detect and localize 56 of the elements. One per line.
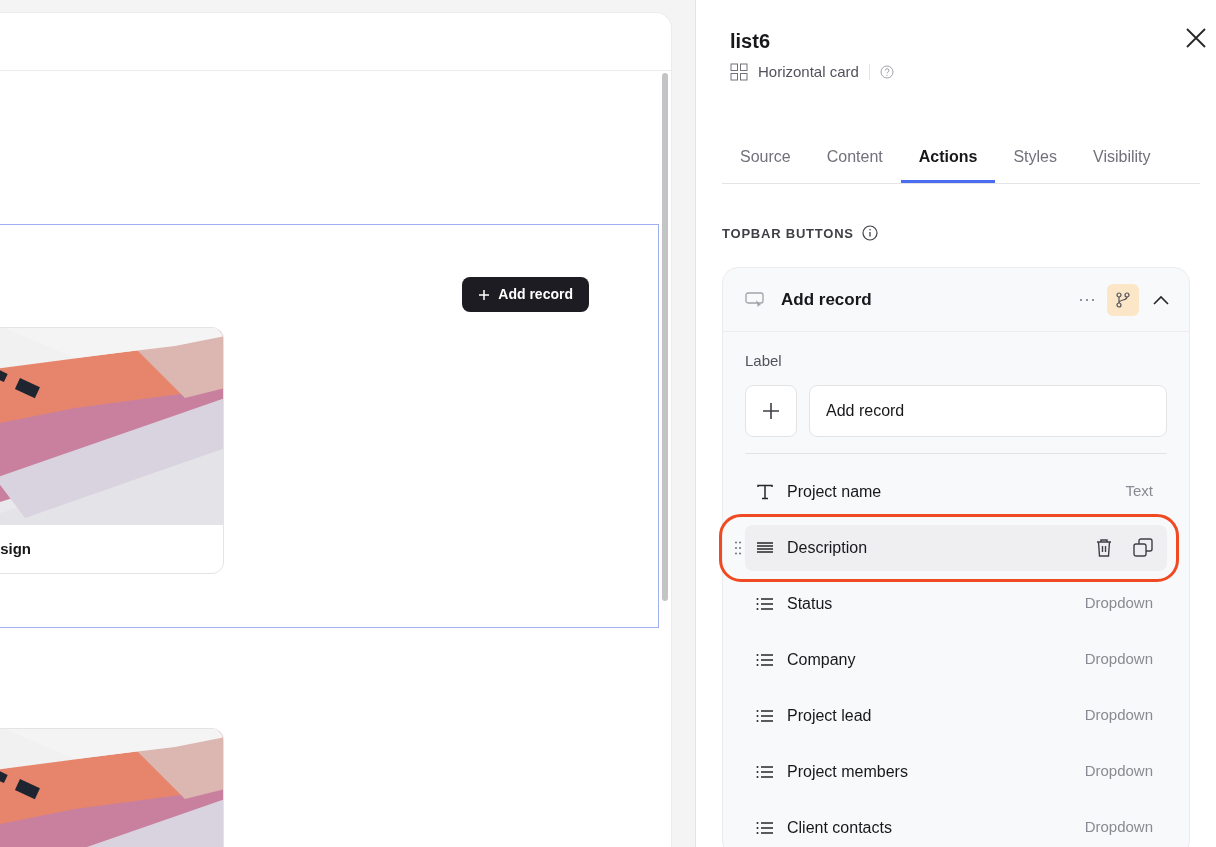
- plus-icon: [762, 401, 780, 420]
- label-caption: Label: [745, 351, 783, 371]
- card-title: sign: [0, 538, 31, 559]
- action-title: Add record: [781, 288, 873, 311]
- field-type: Dropdown: [1084, 761, 1153, 782]
- field-row[interactable]: Project name Text: [745, 468, 1167, 515]
- chevron-up-icon[interactable]: [1153, 294, 1169, 305]
- field-row[interactable]: Project lead Dropdown: [745, 692, 1167, 739]
- trash-icon[interactable]: [1095, 537, 1113, 558]
- field-name: Client contacts: [787, 817, 893, 838]
- field-name: Company: [787, 649, 857, 670]
- grid-icon: [730, 63, 748, 82]
- field-row[interactable]: Status Dropdown: [745, 580, 1167, 627]
- branch-icon: [1115, 291, 1131, 308]
- list-icon: [756, 764, 774, 779]
- tab[interactable]: Actions: [900, 134, 996, 183]
- section-title: TOPBAR BUTTONS: [722, 224, 854, 243]
- drag-handle-icon[interactable]: [735, 540, 741, 555]
- copy-icon[interactable]: [1133, 537, 1153, 558]
- field-type: Dropdown: [1084, 649, 1153, 670]
- scrollbar[interactable]: [662, 73, 668, 601]
- label-input[interactable]: Add record: [809, 384, 1167, 437]
- add-record-button[interactable]: Add record: [462, 277, 589, 312]
- field-name: Project name: [787, 481, 883, 502]
- add-icon-button[interactable]: [745, 384, 797, 437]
- field-type: Dropdown: [1084, 705, 1153, 726]
- plus-icon: [478, 288, 491, 301]
- field-name: Status: [787, 593, 834, 614]
- field-row[interactable]: Project members Dropdown: [745, 748, 1167, 795]
- field-row[interactable]: Company Dropdown: [745, 636, 1167, 683]
- tab[interactable]: Visibility: [1075, 134, 1169, 183]
- panel-title: list6: [730, 29, 771, 53]
- list-icon: [756, 820, 774, 835]
- field-name: Description: [787, 537, 869, 558]
- list-icon: [756, 652, 774, 667]
- more-icon[interactable]: [1079, 297, 1095, 302]
- branch-button[interactable]: [1107, 283, 1139, 316]
- field-type: Dropdown: [1084, 593, 1153, 614]
- field-row[interactable]: Client contacts Dropdown: [745, 804, 1167, 847]
- paragraph-icon: [756, 540, 774, 555]
- field-name: Project lead: [787, 705, 873, 726]
- tab[interactable]: Source: [722, 134, 809, 183]
- field-type: Dropdown: [1084, 817, 1153, 838]
- field-row[interactable]: Description: [745, 524, 1167, 571]
- close-icon[interactable]: [1185, 27, 1207, 49]
- field-name: Project members: [787, 761, 909, 782]
- component-type: Horizontal card: [758, 62, 859, 82]
- info-icon[interactable]: [861, 225, 878, 242]
- text-type-icon: [756, 483, 774, 500]
- list-icon: [756, 708, 774, 723]
- field-type: Text: [1125, 481, 1153, 502]
- record-card[interactable]: sign: [0, 327, 224, 574]
- tab[interactable]: Styles: [995, 134, 1075, 183]
- tab[interactable]: Content: [808, 134, 901, 183]
- cursor-button-icon: [745, 290, 765, 309]
- list-icon: [756, 596, 774, 611]
